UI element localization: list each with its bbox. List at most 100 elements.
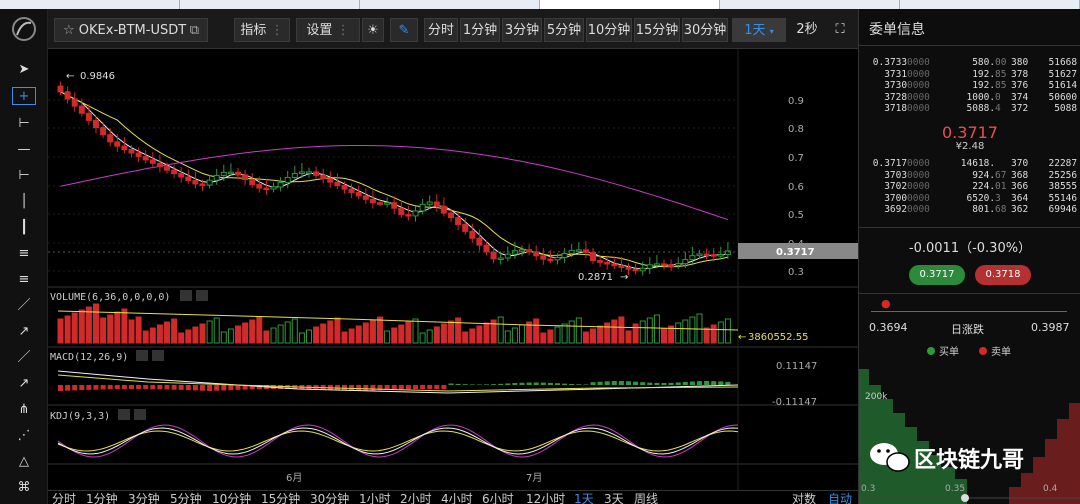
timeframe-item[interactable]: 5分钟 xyxy=(170,492,202,504)
candle-body xyxy=(661,263,667,266)
timeframe-item[interactable]: 4小时 xyxy=(441,492,473,504)
timeframe-item[interactable]: 6小时 xyxy=(482,492,514,504)
draw-pencil-icon[interactable]: ✎ xyxy=(390,18,418,42)
crosshair-icon[interactable]: + xyxy=(12,87,36,105)
browser-tab[interactable] xyxy=(900,0,1080,9)
triangle-icon[interactable]: △ xyxy=(12,453,36,471)
panel-settings-icon[interactable] xyxy=(180,290,192,301)
macd-bar xyxy=(349,385,355,391)
orderbook-row[interactable]: 3718 0000 5088. 4 372 5088 xyxy=(871,103,1077,114)
browser-tab[interactable] xyxy=(180,0,360,9)
log-scale-toggle[interactable]: 对数 xyxy=(792,492,816,504)
extended-line-icon[interactable]: ／ xyxy=(12,349,36,367)
timeframe-item[interactable]: 1小时 xyxy=(359,492,391,504)
timeframe-item[interactable]: 12小时 xyxy=(526,492,565,504)
timeframe-item-selected[interactable]: 1天 xyxy=(574,492,594,504)
timeframe-item[interactable]: 周线 xyxy=(634,492,658,504)
interval-dropdown[interactable]: 1天 ▾ xyxy=(732,18,786,42)
timeframe-item[interactable]: 1分钟 xyxy=(86,492,118,504)
orderbook-row[interactable]: 3731 0000 192. 85 378 51627 xyxy=(871,69,1077,80)
browser-tab[interactable] xyxy=(360,0,540,9)
buy-price-button[interactable]: 0.3717 xyxy=(909,265,965,285)
panel-close-icon[interactable] xyxy=(152,350,164,361)
price-line-icon[interactable]: ┃ xyxy=(12,219,36,237)
timeframe-item[interactable]: 2小时 xyxy=(400,492,432,504)
indicators-button[interactable]: 指标 ⋮ xyxy=(234,18,290,42)
orderbook-row[interactable]: 0.3717 0000 14618. 370 22287 xyxy=(871,158,1077,169)
macd-bar xyxy=(519,382,525,385)
macd-bar xyxy=(455,383,461,385)
candle-body xyxy=(320,174,327,180)
kline-svg[interactable]: 0.9 0.8 0.7 0.6 0.5 0.4 0.3 0.3717 ← 0.9… xyxy=(48,49,858,490)
orderbook-row[interactable]: 3703 0000 924. 67 368 25256 xyxy=(871,170,1077,181)
panel-settings-icon[interactable] xyxy=(136,350,148,361)
panel-close-icon[interactable] xyxy=(196,290,208,301)
horizontal-ray-icon[interactable]: ⊢ xyxy=(12,115,36,133)
volume-bar xyxy=(334,317,341,344)
channel-icon[interactable]: ≡ xyxy=(12,271,36,289)
interval-button[interactable]: 30分钟 xyxy=(682,18,728,42)
order-amount: 801. xyxy=(972,204,996,215)
macd-bar xyxy=(633,381,639,385)
orderbook-row[interactable]: 3702 0000 224. 01 366 38555 xyxy=(871,181,1077,192)
interval-button[interactable]: 5分钟 xyxy=(544,18,584,42)
candle-body xyxy=(114,141,121,147)
timeframe-item[interactable]: 15分钟 xyxy=(261,492,300,504)
macd-bar xyxy=(491,384,497,385)
buy-legend-label: 买单 xyxy=(939,346,959,358)
horizontal-line-icon[interactable]: — xyxy=(12,141,36,159)
depth-slider-handle[interactable] xyxy=(961,494,969,502)
pitchfork-icon[interactable]: ⋔ xyxy=(12,401,36,419)
star-icon[interactable]: ☆ xyxy=(63,23,75,38)
volume-bar xyxy=(653,314,660,344)
settings-button[interactable]: 设置 ⋮ xyxy=(296,18,360,42)
fib-icon[interactable]: ⋰ xyxy=(12,427,36,445)
interval-button[interactable]: 分时 xyxy=(424,18,458,42)
timeframe-item[interactable]: 3天 xyxy=(604,492,624,504)
ray-line-icon[interactable]: ↗ xyxy=(12,323,36,341)
arrow-line-icon[interactable]: ↗ xyxy=(12,375,36,393)
symbol-selector[interactable]: ☆ OKEx-BTM-USDT ⧉ xyxy=(54,18,208,42)
panel-settings-icon[interactable] xyxy=(118,409,130,420)
volume-bar xyxy=(114,311,121,344)
auto-scale-toggle[interactable]: 自动 xyxy=(828,492,852,504)
high-marker: 0.9846 xyxy=(80,71,115,82)
trend-line-icon[interactable]: ／ xyxy=(12,297,36,315)
timeframe-item[interactable]: 3分钟 xyxy=(128,492,160,504)
timeframe-item[interactable]: 10分钟 xyxy=(212,492,251,504)
popout-icon[interactable]: ⧉ xyxy=(190,19,199,43)
sell-price-button[interactable]: 0.3718 xyxy=(975,265,1031,285)
orderbook-row[interactable]: 3730 0000 192. 85 376 51614 xyxy=(871,80,1077,91)
interval-button[interactable]: 3分钟 xyxy=(502,18,542,42)
kline-chart[interactable]: 0.9 0.8 0.7 0.6 0.5 0.4 0.3 0.3717 ← 0.9… xyxy=(48,49,858,490)
orderbook-row[interactable]: 3728 0000 1000. 0 374 50600 xyxy=(871,92,1077,103)
fullscreen-icon[interactable]: ⛶ xyxy=(828,18,852,42)
candle-body xyxy=(291,172,298,179)
wave-icon[interactable]: ⌘ xyxy=(12,479,36,497)
orderbook-row[interactable]: 3692 0000 801. 68 362 69946 xyxy=(871,204,1077,215)
order-count: 380 xyxy=(1011,57,1029,68)
theme-toggle-icon[interactable]: ☀ xyxy=(362,18,384,42)
orderbook-row[interactable]: 0.3733 0000 580. 00 380 51668 xyxy=(871,57,1077,68)
browser-tab[interactable] xyxy=(720,0,900,9)
volume-bar xyxy=(646,317,653,344)
timeframe-item[interactable]: 分时 xyxy=(52,492,76,504)
macd-bar xyxy=(86,385,92,390)
timeframe-item[interactable]: 30分钟 xyxy=(310,492,349,504)
refresh-rate[interactable]: 2秒 xyxy=(790,18,824,42)
parallel-channel-icon[interactable]: ≡ xyxy=(12,245,36,263)
browser-tab-active[interactable] xyxy=(540,0,720,9)
volume-bar xyxy=(618,316,625,344)
interval-button[interactable]: 1分钟 xyxy=(460,18,500,42)
horizontal-segment-icon[interactable]: ⊢ xyxy=(12,167,36,185)
interval-button[interactable]: 10分钟 xyxy=(586,18,632,42)
interval-button[interactable]: 15分钟 xyxy=(634,18,680,42)
vertical-line-icon[interactable]: │ xyxy=(12,193,36,211)
order-amount-dim: 68 xyxy=(995,204,1007,215)
volume-bar xyxy=(93,303,99,344)
browser-tab[interactable] xyxy=(0,0,180,9)
panel-close-icon[interactable] xyxy=(134,409,146,420)
candle-body xyxy=(348,188,355,193)
orderbook-row[interactable]: 3700 0000 6520. 3 364 55146 xyxy=(871,193,1077,204)
cursor-arrow-icon[interactable]: ➤ xyxy=(12,61,36,79)
